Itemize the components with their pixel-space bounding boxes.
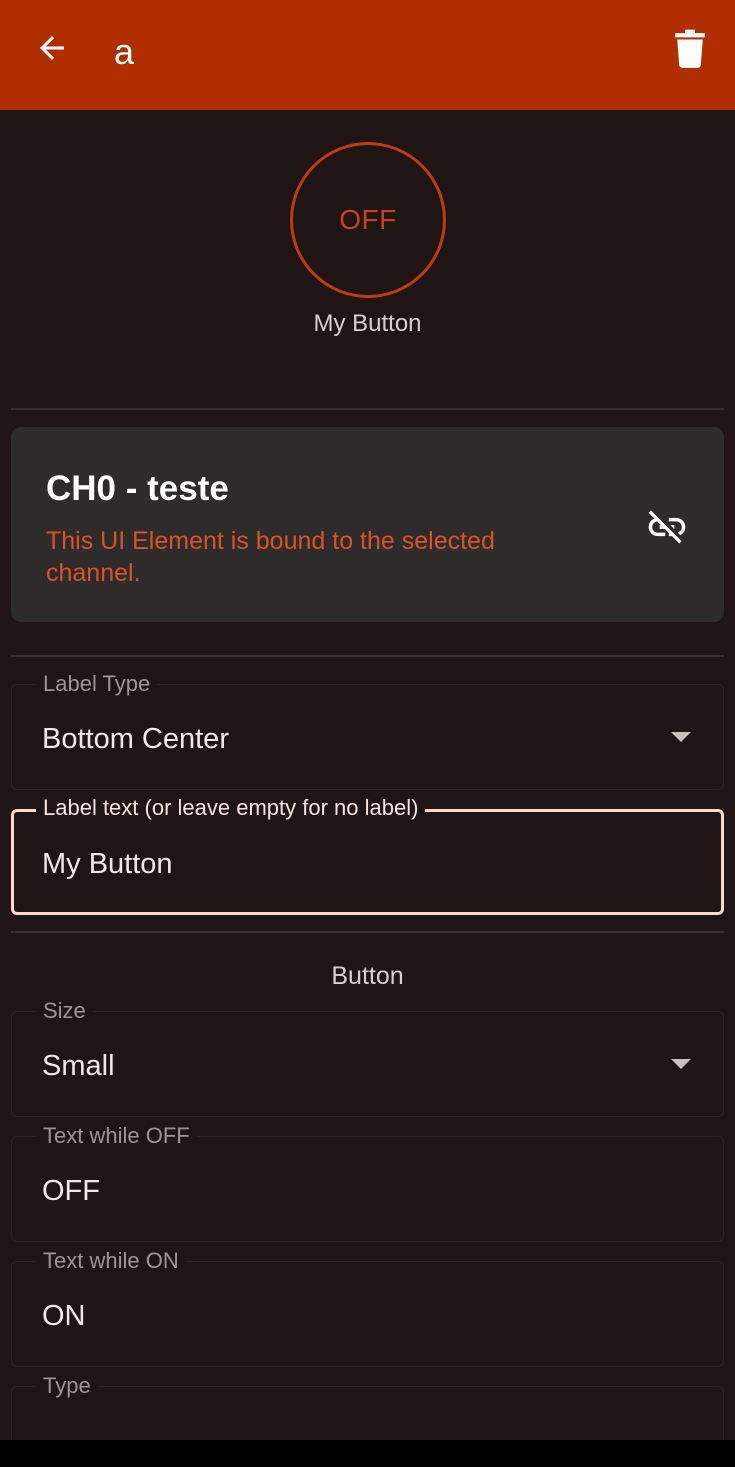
text-on-label: Text while ON [36, 1248, 186, 1274]
link-off-icon [648, 510, 686, 544]
label-type-value: Bottom Center [42, 723, 229, 755]
type-dropdown[interactable]: Type [11, 1373, 724, 1440]
size-value: Small [42, 1050, 115, 1082]
arrow-left-icon [40, 36, 64, 60]
dropdown-arrow-icon [671, 732, 691, 742]
trash-icon [675, 29, 705, 68]
delete-button[interactable] [668, 26, 712, 70]
divider [11, 931, 724, 933]
screen: a OFF My Button CH0 - teste This UI Elem… [0, 0, 735, 1440]
button-preview[interactable]: OFF [290, 142, 446, 298]
text-on-value: ON [42, 1300, 86, 1332]
page-title: a [114, 31, 135, 72]
app-bar: a [0, 0, 735, 110]
system-nav-bar [0, 1440, 735, 1467]
text-on-input[interactable]: Text while ON ON [11, 1248, 724, 1367]
button-preview-label: My Button [313, 310, 422, 337]
unlink-channel-button[interactable] [639, 499, 695, 555]
label-text-label: Label text (or leave empty for no label) [36, 795, 426, 821]
label-type-dropdown[interactable]: Label Type Bottom Center [11, 671, 724, 790]
channel-title: CH0 - teste [46, 469, 229, 508]
text-off-input[interactable]: Text while OFF OFF [11, 1123, 724, 1242]
divider [11, 408, 724, 410]
button-preview-text: OFF [339, 204, 397, 235]
text-off-label: Text while OFF [36, 1123, 197, 1149]
text-off-value: OFF [42, 1175, 100, 1207]
label-type-label: Label Type [36, 671, 158, 697]
button-section-title: Button [331, 962, 404, 990]
label-text-value: My Button [42, 848, 173, 880]
dropdown-arrow-icon [671, 1059, 691, 1069]
size-dropdown[interactable]: Size Small [11, 998, 724, 1117]
divider [11, 655, 724, 657]
channel-description: This UI Element is bound to the selected… [46, 527, 495, 587]
back-button[interactable] [30, 26, 74, 70]
channel-card[interactable]: CH0 - teste This UI Element is bound to … [11, 427, 724, 622]
type-label: Type [36, 1373, 98, 1399]
label-text-input[interactable]: Label text (or leave empty for no label)… [11, 795, 724, 915]
size-label: Size [36, 998, 93, 1024]
